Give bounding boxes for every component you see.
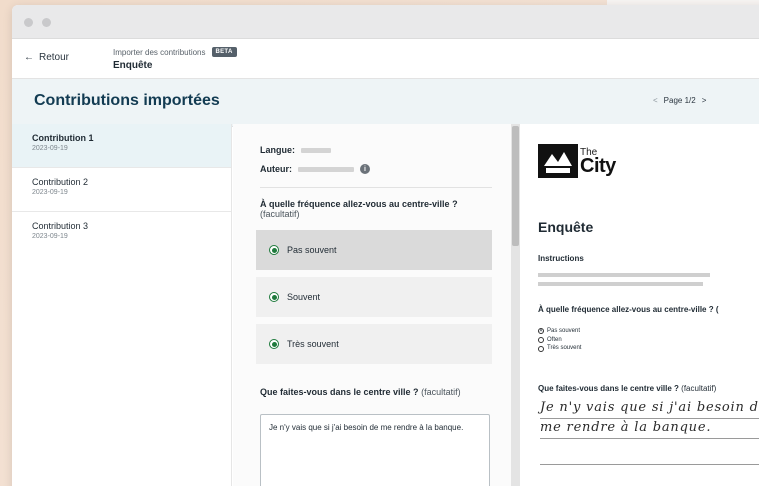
- sidebar-item-contribution-1[interactable]: Contribution 1 2023-09-19: [12, 124, 231, 168]
- author-value-redacted: [298, 166, 354, 172]
- preview-option: Pas souvent: [547, 328, 581, 334]
- handwritten-answer-line: me rendre à la banque.: [540, 420, 712, 435]
- answer-rule: [540, 418, 759, 419]
- question-text: Que faites-vous dans le centre ville ?: [260, 387, 419, 397]
- preview-question-text: Que faites-vous dans le centre ville ?: [538, 384, 679, 393]
- page-indicator: Page 1/2: [663, 96, 696, 105]
- optional-tag: (facultatif): [421, 387, 461, 397]
- page-title: Contributions importées: [34, 92, 220, 109]
- top-navigation: ← Retour Importer des contributions BETA…: [12, 39, 759, 79]
- logo-city: City: [580, 154, 616, 177]
- answer-rule: [540, 438, 759, 439]
- language-value-redacted: [301, 147, 331, 153]
- window-control-dot[interactable]: [42, 18, 51, 27]
- question-activities: Que faites-vous dans le centre ville ? (…: [260, 387, 500, 397]
- preview-options: ✕ Pas souvent Often Très souvent: [538, 327, 581, 353]
- preview-instructions-label: Instructions: [538, 254, 584, 263]
- instructions-line: [538, 282, 703, 286]
- contributions-sidebar: Contribution 1 2023-09-19 Contribution 2…: [12, 124, 232, 486]
- window-titlebar: [12, 5, 759, 39]
- radio-selected-icon: [269, 245, 279, 255]
- choice-label: Pas souvent: [287, 245, 337, 255]
- contribution-label: Contribution 2: [32, 177, 89, 187]
- author-row: Auteur: i: [260, 164, 370, 174]
- breadcrumb-current: Enquête: [113, 60, 153, 71]
- breadcrumb-parent[interactable]: Importer des contributions: [113, 48, 206, 57]
- back-link[interactable]: ← Retour: [24, 52, 69, 63]
- beta-badge: BETA: [211, 47, 237, 57]
- preview-option: Often: [547, 336, 562, 343]
- window-control-dot[interactable]: [24, 18, 33, 27]
- pagination: < Page 1/2 >: [653, 96, 706, 105]
- preview-option: Très souvent: [547, 345, 582, 352]
- chevron-right-icon[interactable]: >: [702, 96, 707, 105]
- question-frequency: À quelle fréquence allez-vous au centre-…: [260, 199, 500, 220]
- author-label: Auteur:: [260, 164, 292, 174]
- checked-circle-icon: ✕: [538, 327, 544, 335]
- choice-pas-souvent[interactable]: Pas souvent: [256, 230, 492, 270]
- radio-selected-icon: [269, 339, 279, 349]
- language-row: Langue:: [260, 145, 331, 155]
- choice-label: Très souvent: [287, 339, 339, 349]
- instructions-line: [538, 273, 710, 277]
- answer-rule: [540, 464, 759, 465]
- optional-tag: (facultatif): [681, 384, 717, 393]
- panel-scrollbar[interactable]: [511, 124, 520, 486]
- question-text: À quelle fréquence allez-vous au centre-…: [260, 199, 458, 209]
- info-icon[interactable]: i: [360, 164, 370, 174]
- choice-tres-souvent[interactable]: Très souvent: [256, 324, 492, 364]
- contribution-date: 2023-09-19: [32, 145, 68, 152]
- language-label: Langue:: [260, 145, 295, 155]
- breadcrumb: Importer des contributions BETA Enquête: [113, 47, 237, 71]
- contribution-label: Contribution 1: [32, 133, 94, 143]
- sidebar-item-contribution-2[interactable]: Contribution 2 2023-09-19: [12, 168, 231, 212]
- choice-label: Souvent: [287, 292, 321, 302]
- page-header: Contributions importées < Page 1/2 >: [12, 79, 759, 127]
- scrollbar-thumb[interactable]: [512, 126, 519, 246]
- answer-textarea[interactable]: Je n'y vais que si j'ai besoin de me ren…: [260, 414, 490, 486]
- contribution-label: Contribution 3: [32, 221, 89, 231]
- sidebar-item-contribution-3[interactable]: Contribution 3 2023-09-19: [12, 212, 231, 256]
- chevron-left-icon[interactable]: <: [653, 96, 658, 105]
- document-preview: The City Enquête Instructions À quelle f…: [520, 124, 759, 486]
- city-logo: The City: [538, 144, 616, 178]
- preview-question-activities: Que faites-vous dans le centre ville ? (…: [538, 384, 716, 393]
- contribution-form-panel: Langue: Auteur: i À quelle fréquence all…: [233, 124, 511, 486]
- handwritten-answer-line: Je n'y vais que si j'ai besoin d: [540, 400, 759, 415]
- city-logo-icon: [538, 144, 578, 178]
- contribution-date: 2023-09-19: [32, 233, 68, 240]
- empty-circle-icon: [538, 337, 544, 344]
- back-label: Retour: [39, 52, 70, 63]
- empty-circle-icon: [538, 345, 544, 352]
- preview-question-frequency: À quelle fréquence allez-vous au centre-…: [538, 305, 719, 314]
- divider: [260, 187, 492, 188]
- radio-selected-icon: [269, 292, 279, 302]
- arrow-left-icon: ←: [24, 52, 34, 63]
- contribution-date: 2023-09-19: [32, 189, 68, 196]
- optional-tag: (facultatif): [260, 209, 300, 220]
- preview-title: Enquête: [538, 219, 594, 235]
- choice-souvent[interactable]: Souvent: [256, 277, 492, 317]
